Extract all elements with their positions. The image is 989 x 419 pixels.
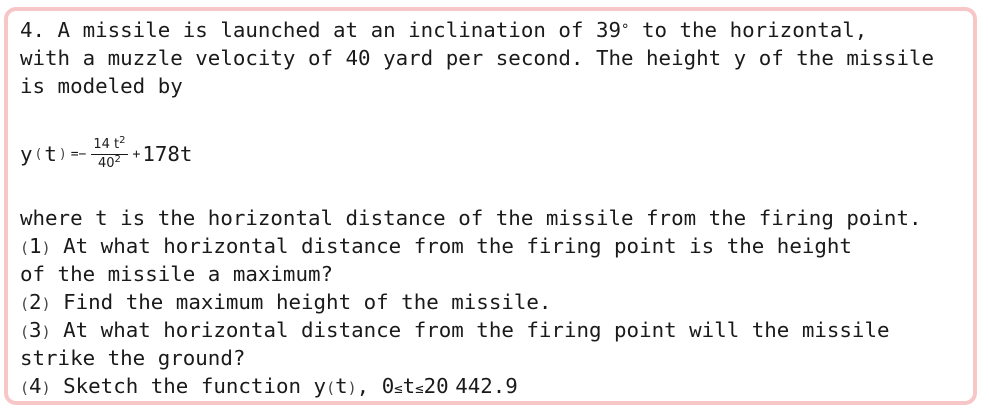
formula-equals-minus: =−	[70, 146, 87, 162]
intro-line-2: with a muzzle velocity of 40 yard per se…	[20, 46, 935, 70]
formula-linear-term: 178t	[142, 142, 193, 166]
question-3-line-2: strike the ground?	[20, 346, 246, 370]
domain-upper-a: 20	[423, 374, 449, 398]
intro-line-3: is modeled by	[20, 74, 183, 98]
formula-lparen: (	[34, 146, 43, 162]
formula-lhs-var: y	[20, 142, 33, 166]
question-1-line-1: (1) At what horizontal distance from the…	[20, 234, 852, 258]
where-line: where t is the horizontal distance of th…	[20, 206, 922, 230]
question-1-number: 1	[29, 234, 42, 258]
fraction-numerator: 14 t2	[91, 135, 128, 155]
question-3-line-1: (3) At what horizontal distance from the…	[20, 318, 890, 342]
question-4: (4) Sketch the function y(t), 0≤t≤20 442…	[20, 374, 518, 398]
formula-arg: t	[44, 142, 57, 166]
question-4-number: 4	[29, 374, 42, 398]
height-formula: y ( t ) =− 14 t2 402 + 178t	[20, 130, 192, 178]
fraction-denominator: 402	[97, 153, 121, 171]
question-1-line-2: of the missile a maximum?	[20, 262, 334, 286]
formula-fraction: 14 t2 402	[91, 135, 128, 172]
intro-line-1: 4. A missile is launched at an inclinati…	[20, 18, 868, 42]
question-2: (2) Find the maximum height of the missi…	[20, 290, 552, 314]
question-2-number: 2	[29, 290, 42, 314]
domain-upper-b: 442.9	[455, 374, 518, 398]
formula-plus: +	[132, 146, 141, 162]
question-3-number: 3	[29, 318, 42, 342]
formula-rparen: )	[58, 146, 67, 162]
